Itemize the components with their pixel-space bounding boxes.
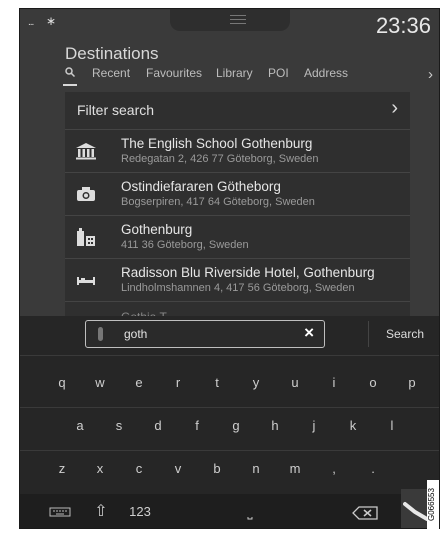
keyboard-row-1: q w e r t y u i o p xyxy=(20,365,439,401)
key-o[interactable]: o xyxy=(355,365,391,401)
destination-name: The English School Gothenburg xyxy=(121,136,313,151)
list-item[interactable]: Gothenburg 411 36 Göteborg, Sweden xyxy=(65,216,410,259)
divider xyxy=(368,321,369,347)
destination-name: Ostindiefararen Götheborg xyxy=(121,179,281,194)
key-h[interactable]: h xyxy=(257,408,293,444)
destination-address: Bogserpiren, 417 64 Göteborg, Sweden xyxy=(121,196,315,208)
key-period[interactable]: . xyxy=(355,451,391,487)
tab-poi[interactable]: POI xyxy=(268,66,289,80)
key-p[interactable]: p xyxy=(394,365,430,401)
keyboard-hide-icon[interactable] xyxy=(40,494,80,528)
page-title: Destinations xyxy=(65,44,159,63)
infotainment-screen: ... ∗ 23:36 Destinations Recent Favourit… xyxy=(19,8,440,529)
city-icon xyxy=(77,228,95,246)
filter-search-row[interactable]: Filter search › xyxy=(65,92,410,130)
keyboard-row-2: a s d f g h j k l xyxy=(20,408,439,444)
status-bar: ... ∗ 23:36 xyxy=(20,9,439,44)
key-c[interactable]: c xyxy=(121,451,157,487)
clock: 23:36 xyxy=(375,13,431,38)
key-n[interactable]: n xyxy=(238,451,274,487)
key-l[interactable]: l xyxy=(374,408,410,444)
clear-icon[interactable]: × xyxy=(304,323,314,343)
signal-icon: ... xyxy=(28,17,34,28)
space-key[interactable]: ⎵ xyxy=(160,494,340,528)
backspace-icon[interactable] xyxy=(344,494,386,528)
key-e[interactable]: e xyxy=(121,365,157,401)
key-y[interactable]: y xyxy=(238,365,274,401)
key-x[interactable]: x xyxy=(82,451,118,487)
destination-address: 411 36 Göteborg, Sweden xyxy=(121,239,249,251)
destination-address: Lindholmshamnen 4, 417 56 Göteborg, Swed… xyxy=(121,282,355,294)
key-f[interactable]: f xyxy=(179,408,215,444)
divider xyxy=(20,355,439,356)
destination-address: Redegatan 2, 426 77 Göteborg, Sweden xyxy=(121,153,319,165)
tab-library[interactable]: Library xyxy=(216,66,253,80)
search-input-value[interactable]: goth xyxy=(124,327,147,341)
key-r[interactable]: r xyxy=(160,365,196,401)
key-g[interactable]: g xyxy=(218,408,254,444)
key-comma[interactable]: , xyxy=(316,451,352,487)
school-icon xyxy=(76,143,96,160)
key-s[interactable]: s xyxy=(101,408,137,444)
search-icon[interactable] xyxy=(65,67,75,77)
tab-bar: Recent Favourites Library POI Address xyxy=(65,66,435,84)
microphone-icon[interactable] xyxy=(98,327,103,341)
destination-name: Radisson Blu Riverside Hotel, Gothenburg xyxy=(121,265,375,280)
destination-name: Gothenburg xyxy=(121,222,193,237)
key-u[interactable]: u xyxy=(277,365,313,401)
key-z[interactable]: z xyxy=(44,451,80,487)
chevron-right-icon: › xyxy=(391,97,398,119)
keyboard-row-3: z x c v b n m , . xyxy=(20,451,439,487)
chevron-right-icon[interactable]: › xyxy=(428,66,433,83)
enter-icon xyxy=(403,502,429,521)
handle-lines-icon xyxy=(230,15,246,24)
key-t[interactable]: t xyxy=(199,365,235,401)
shift-icon[interactable]: ⇧ xyxy=(84,494,118,528)
key-m[interactable]: m xyxy=(277,451,313,487)
bluetooth-icon: ∗ xyxy=(46,14,57,28)
figure-code: G066553 xyxy=(427,480,439,530)
destination-list: Filter search › The English School Gothe… xyxy=(65,92,410,324)
keyboard-bottom-row: ⇧ 123 ⎵ xyxy=(20,494,439,528)
list-item[interactable]: Ostindiefararen Götheborg Bogserpiren, 4… xyxy=(65,173,410,216)
search-button[interactable]: Search xyxy=(370,319,439,349)
key-k[interactable]: k xyxy=(335,408,371,444)
key-a[interactable]: a xyxy=(62,408,98,444)
camera-icon xyxy=(77,187,95,201)
list-item[interactable]: The English School Gothenburg Redegatan … xyxy=(65,130,410,173)
tab-recent[interactable]: Recent xyxy=(92,66,130,80)
filter-search-label: Filter search xyxy=(77,102,155,118)
hotel-icon xyxy=(77,277,95,285)
key-i[interactable]: i xyxy=(316,365,352,401)
numbers-key[interactable]: 123 xyxy=(120,494,160,528)
key-j[interactable]: j xyxy=(296,408,332,444)
key-d[interactable]: d xyxy=(140,408,176,444)
search-input[interactable]: goth × xyxy=(85,320,325,348)
key-b[interactable]: b xyxy=(199,451,235,487)
key-w[interactable]: w xyxy=(82,365,118,401)
list-item[interactable]: Radisson Blu Riverside Hotel, Gothenburg… xyxy=(65,259,410,302)
key-v[interactable]: v xyxy=(160,451,196,487)
active-tab-indicator xyxy=(63,84,77,86)
tab-address[interactable]: Address xyxy=(304,66,348,80)
key-q[interactable]: q xyxy=(44,365,80,401)
tab-favourites[interactable]: Favourites xyxy=(146,66,202,80)
